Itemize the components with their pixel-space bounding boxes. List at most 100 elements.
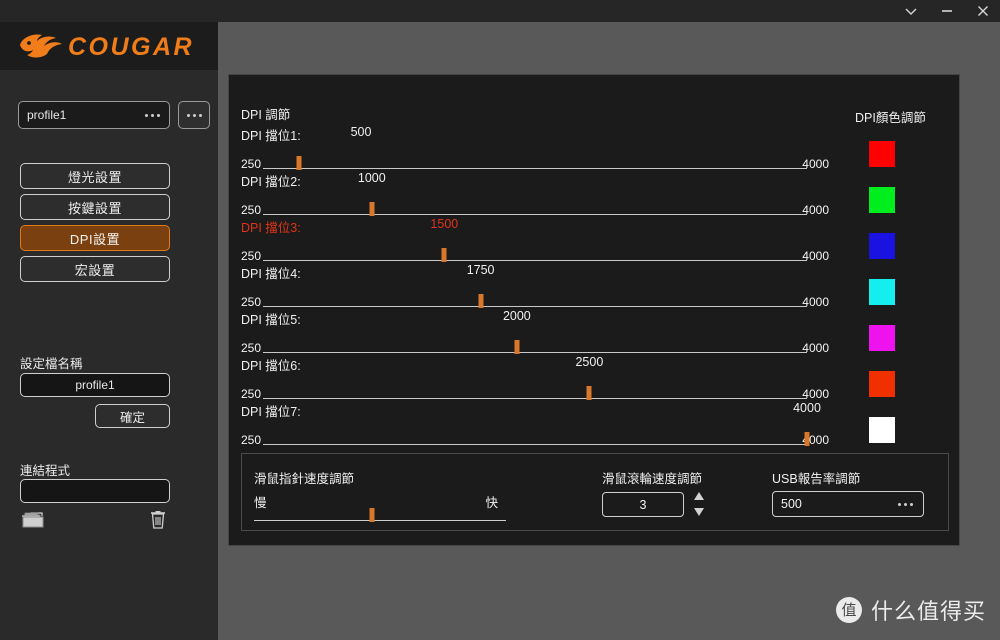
sidebar-item-dpi-settings[interactable]: DPI設置 [20, 225, 170, 251]
slider-min-label: 250 [241, 387, 262, 401]
dpi-stage-label: DPI 擋位7: [241, 405, 301, 419]
slider-track [263, 306, 807, 307]
profile-more-button[interactable] [178, 101, 210, 129]
dpi-settings-panel: DPI 調節 DPI顏色調節 DPI 擋位1: 500 250 4000 DPI 擋位2… [228, 74, 960, 546]
scroll-speed-label: 滑鼠滾輪速度調節 [602, 472, 703, 486]
folder-icon[interactable] [20, 508, 46, 532]
link-program-input[interactable] [20, 479, 170, 503]
dpi-stage-label: DPI 擋位5: [241, 313, 301, 327]
sidebar-item-label: 按鍵設置 [67, 200, 122, 216]
slider-track [263, 398, 807, 399]
dpi-stage-value: 1000 [357, 171, 386, 185]
slider-track [263, 168, 807, 169]
window-controls [902, 0, 992, 22]
slider-track [263, 214, 807, 215]
dpi-stage-row: DPI 擋位5: 2000 250 4000 [241, 309, 829, 355]
dpi-stage-slider[interactable]: 250 4000 [241, 243, 829, 263]
pointer-speed-fast-label: 快 [485, 496, 498, 510]
pointer-speed-track [254, 520, 506, 521]
profile-name-value: profile1 [75, 378, 115, 392]
slider-min-label: 250 [241, 341, 262, 355]
sidebar-item-label: 燈光設置 [67, 169, 122, 185]
chevron-down-icon[interactable] [902, 2, 920, 20]
sidebar-item-macro-settings[interactable]: 宏設置 [20, 256, 170, 282]
slider-thumb[interactable] [514, 340, 520, 354]
slider-thumb[interactable] [441, 248, 447, 262]
dpi-stage-slider[interactable]: 250 4000 [241, 335, 829, 355]
dpi-stage-label: DPI 擋位6: [241, 359, 301, 373]
slider-thumb[interactable] [296, 156, 302, 170]
watermark-badge: 值 [835, 597, 862, 623]
sidebar-item-key-settings[interactable]: 按鍵設置 [20, 194, 170, 220]
pointer-speed-thumb[interactable] [369, 508, 375, 522]
confirm-button[interactable]: 確定 [95, 404, 170, 428]
minus-icon[interactable] [938, 2, 956, 20]
scroll-speed-value: 3 [639, 497, 647, 512]
dpi-stage-slider[interactable]: 250 4000 [241, 151, 829, 171]
watermark-text: 什么值得买 [870, 600, 986, 625]
sidebar-body: profile1 燈光設置 按鍵設置 DPI設置 宏設置 設定檔名稱 profi… [0, 70, 218, 640]
dpi-stage-value: 2000 [502, 309, 531, 323]
dpi-stage-slider[interactable]: 250 4000 [241, 289, 829, 309]
bottom-settings-panel: 滑鼠指針速度調節 慢 快 滑鼠滾輪速度調節 3 USB報告率調節 500 [241, 453, 949, 531]
dpi-stage-value: 1500 [430, 217, 459, 231]
cougar-logo-icon: COUGAR [20, 33, 194, 61]
profile-row: profile1 [18, 101, 210, 129]
dpi-color-swatch[interactable] [869, 325, 895, 351]
ellipsis-icon [898, 502, 913, 506]
dpi-stage-slider[interactable]: 250 4000 [241, 381, 829, 401]
ellipsis-icon [186, 113, 202, 117]
dpi-color-swatch[interactable] [869, 279, 895, 305]
dpi-stage-slider[interactable]: 250 4000 [241, 197, 829, 217]
dpi-stage-label: DPI 擋位3: [241, 221, 301, 235]
dpi-stage-label: DPI 擋位2: [241, 175, 301, 189]
dpi-color-swatch[interactable] [869, 417, 895, 443]
title-bar [0, 0, 1000, 22]
usb-rate-value: 500 [781, 497, 802, 511]
dpi-stage-slider[interactable]: 250 4000 [241, 427, 829, 447]
dpi-color-swatch[interactable] [869, 233, 895, 259]
slider-track [263, 444, 807, 445]
dpi-section-title: DPI 調節 [241, 108, 291, 122]
dpi-stage-value: 500 [350, 125, 372, 139]
dpi-stage-label: DPI 擋位4: [241, 267, 301, 281]
close-icon[interactable] [974, 2, 992, 20]
sidebar-item-light-settings[interactable]: 燈光設置 [20, 163, 170, 189]
spinner-updown-icon[interactable] [692, 491, 706, 517]
dpi-color-swatch[interactable] [869, 187, 895, 213]
slider-track [263, 352, 807, 353]
dpi-stage-value: 2500 [575, 355, 604, 369]
link-program-label: 連結程式 [20, 464, 71, 478]
dpi-color-swatch[interactable] [869, 371, 895, 397]
profile-name-input[interactable]: profile1 [20, 373, 170, 397]
slider-thumb[interactable] [478, 294, 484, 308]
dpi-stage-row: DPI 擋位4: 1750 250 4000 [241, 263, 829, 309]
dpi-stage-row: DPI 擋位3: 1500 250 4000 [241, 217, 829, 263]
scroll-speed-input[interactable]: 3 [602, 492, 684, 517]
watermark: 值 什么值得买 [835, 594, 986, 626]
slider-track [263, 260, 807, 261]
slider-thumb[interactable] [369, 202, 375, 216]
dpi-stage-value: 4000 [793, 401, 821, 415]
svg-text:COUGAR: COUGAR [68, 33, 194, 61]
dpi-color-title: DPI顏色調節 [855, 111, 926, 125]
slider-thumb[interactable] [586, 386, 592, 400]
profile-select[interactable]: profile1 [18, 101, 170, 129]
dpi-color-swatch[interactable] [869, 141, 895, 167]
slider-min-label: 250 [241, 157, 262, 171]
slider-thumb[interactable] [804, 432, 810, 446]
slider-min-label: 250 [241, 249, 262, 263]
pointer-speed-slider[interactable]: 慢 快 [254, 492, 506, 524]
dpi-stage-row: DPI 擋位2: 1000 250 4000 [241, 171, 829, 217]
trash-icon[interactable] [148, 508, 174, 532]
slider-min-label: 250 [241, 295, 262, 309]
profile-name-label: 設定檔名稱 [20, 357, 83, 371]
pointer-speed-label: 滑鼠指針速度調節 [254, 472, 355, 486]
usb-rate-select[interactable]: 500 [772, 491, 924, 517]
sidebar: COUGAR profile1 燈光設置 按鍵設置 DPI設置 宏設置 設定檔名… [0, 22, 218, 640]
dpi-color-column: DPI顏色調節 [841, 75, 961, 443]
dpi-stage-row: DPI 擋位7: 4000 250 4000 [241, 401, 829, 447]
app-window: COUGAR profile1 燈光設置 按鍵設置 DPI設置 宏設置 設定檔名… [0, 0, 1000, 640]
dpi-stage-label: DPI 擋位1: [241, 129, 301, 143]
dpi-stage-value: 1750 [466, 263, 495, 277]
